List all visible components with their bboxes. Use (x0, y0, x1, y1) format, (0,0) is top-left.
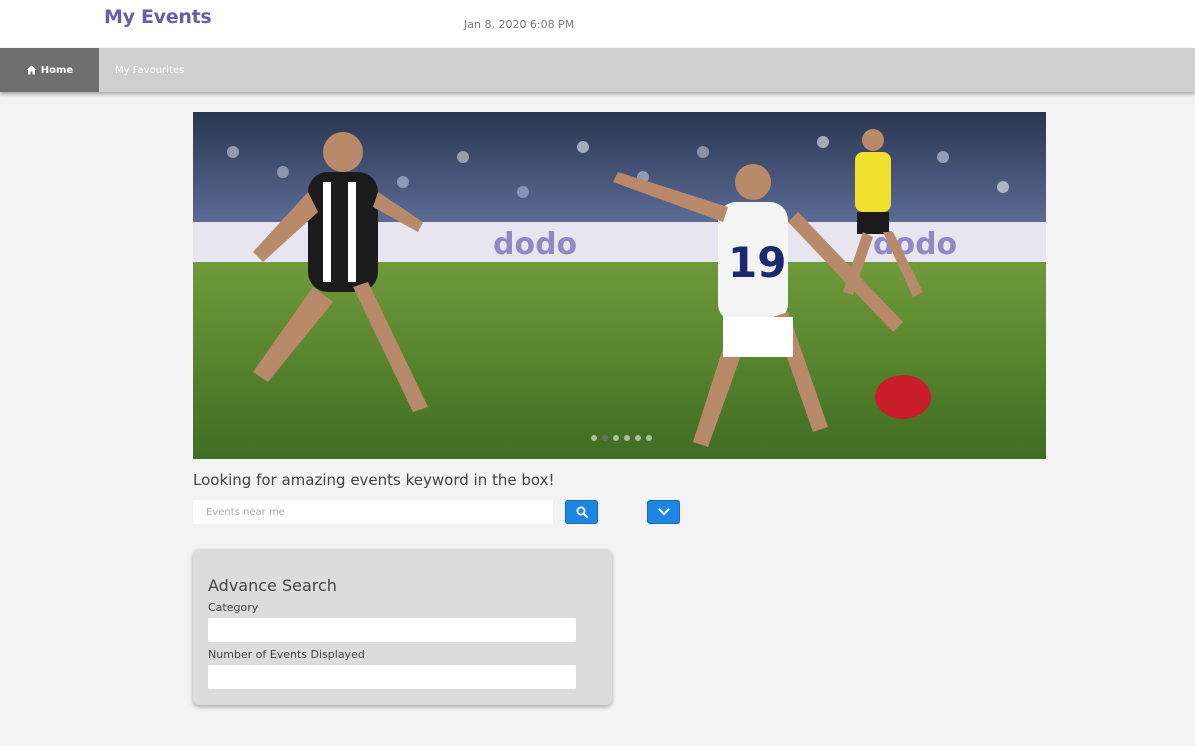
events-count-field[interactable] (208, 665, 576, 689)
search-button[interactable] (565, 500, 598, 524)
carousel-indicators (591, 435, 652, 441)
carousel-dot[interactable] (624, 435, 630, 441)
advanced-search-title: Advance Search (208, 576, 337, 595)
search-input[interactable] (193, 500, 553, 524)
events-count-label: Number of Events Displayed (208, 648, 365, 661)
top-header: My Events Jan 8, 2020 6:08 PM (0, 0, 1195, 48)
carousel-dot[interactable] (591, 435, 597, 441)
advanced-search-panel: Advance Search Category Number of Events… (193, 549, 612, 705)
category-field[interactable] (208, 618, 576, 642)
search-icon (576, 506, 588, 518)
nav-item-favourites[interactable]: My Favourites (115, 48, 184, 92)
search-prompt: Looking for amazing events keyword in th… (193, 471, 555, 489)
carousel-dot[interactable] (635, 435, 641, 441)
image-carousel[interactable]: dodo dodo 19 (193, 112, 1046, 459)
home-icon (26, 65, 37, 75)
chevron-down-icon (658, 508, 669, 515)
nav-item-home[interactable]: Home (0, 48, 99, 92)
sports-photo: dodo dodo 19 (193, 112, 1046, 459)
carousel-dot[interactable] (613, 435, 619, 441)
app-title[interactable]: My Events (104, 6, 212, 28)
toggle-advanced-button[interactable] (647, 500, 680, 524)
carousel-dot-active[interactable] (602, 435, 608, 441)
nav-item-home-label: Home (40, 64, 74, 76)
category-label: Category (208, 601, 259, 614)
nav-bar: Home My Favourites (0, 48, 1195, 92)
carousel-dot[interactable] (646, 435, 652, 441)
svg-text:dodo: dodo (493, 227, 577, 262)
current-datetime: Jan 8, 2020 6:08 PM (464, 18, 575, 31)
svg-text:19: 19 (728, 238, 786, 287)
